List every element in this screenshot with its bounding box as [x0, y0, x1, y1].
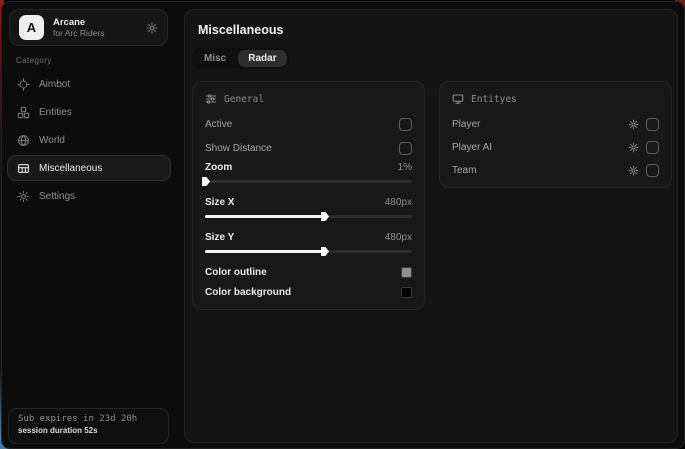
page-title: Miscellaneous — [198, 23, 283, 37]
player-label: Player — [452, 119, 628, 130]
active-row: Active — [205, 116, 412, 132]
session-duration: session duration 52s — [18, 426, 159, 435]
app-header-card: A Arcane for Arc Riders — [9, 9, 168, 46]
show-distance-label: Show Distance — [205, 143, 272, 154]
tab-misc[interactable]: Misc — [194, 50, 236, 67]
player-ai-label: Player AI — [452, 142, 628, 153]
team-checkbox[interactable] — [646, 164, 659, 177]
general-card: General Active Show Distance Zoom 1% — [192, 81, 425, 310]
general-card-header: General — [205, 93, 412, 105]
color-background-swatch[interactable] — [401, 287, 412, 298]
entities-card-title: Entityes — [471, 94, 517, 105]
sidebar-item-label: Miscellaneous — [39, 163, 102, 174]
zoom-row: Zoom 1% — [205, 159, 412, 175]
tab-bar: Misc Radar — [192, 48, 289, 69]
entities-card-header: Entityes — [452, 93, 659, 105]
size-y-row: Size Y 480px — [205, 229, 412, 245]
app-window: A Arcane for Arc Riders Category — [1, 1, 685, 449]
gear-icon — [17, 190, 30, 203]
color-outline-label: Color outline — [205, 267, 267, 278]
tab-radar[interactable]: Radar — [238, 50, 286, 67]
size-y-label: Size Y — [205, 232, 234, 243]
slider-track — [205, 180, 412, 183]
show-distance-checkbox[interactable] — [399, 142, 412, 155]
crosshair-icon — [17, 78, 30, 91]
size-y-slider[interactable] — [205, 247, 412, 256]
size-x-label: Size X — [205, 197, 234, 208]
active-checkbox[interactable] — [399, 118, 412, 131]
team-label: Team — [452, 165, 628, 176]
slider-fill — [205, 250, 325, 253]
team-row: Team — [452, 162, 659, 178]
boxes-icon — [17, 106, 30, 119]
color-outline-row: Color outline — [205, 264, 412, 280]
slider-thumb[interactable] — [321, 212, 329, 221]
gear-icon[interactable] — [628, 142, 639, 153]
size-x-row: Size X 480px — [205, 194, 412, 210]
sliders-icon — [205, 93, 217, 105]
color-background-label: Color background — [205, 287, 291, 298]
zoom-value: 1% — [398, 162, 412, 173]
gear-icon[interactable] — [146, 22, 158, 34]
subscription-expiry: Sub expires in 23d 20h — [18, 414, 159, 424]
sidebar-item-label: Entities — [39, 107, 72, 118]
sidebar-item-settings[interactable]: Settings — [7, 183, 171, 209]
general-card-title: General — [224, 94, 264, 105]
slider-thumb[interactable] — [202, 177, 210, 186]
slider-thumb[interactable] — [321, 247, 329, 256]
entities-card: Entityes Player Player AI — [439, 81, 672, 188]
cards-row: General Active Show Distance Zoom 1% — [192, 81, 672, 310]
zoom-label: Zoom — [205, 162, 232, 173]
size-x-slider[interactable] — [205, 212, 412, 221]
player-ai-checkbox[interactable] — [646, 141, 659, 154]
slider-fill — [205, 215, 325, 218]
color-outline-swatch[interactable] — [401, 267, 412, 278]
active-label: Active — [205, 119, 232, 130]
monitor-icon — [452, 93, 464, 105]
app-name: Arcane — [53, 17, 137, 28]
color-background-row: Color background — [205, 284, 412, 300]
subscription-card: Sub expires in 23d 20h session duration … — [8, 408, 169, 444]
app-subtitle: for Arc Riders — [53, 28, 137, 38]
sidebar-item-miscellaneous[interactable]: Miscellaneous — [7, 155, 171, 181]
sidebar-item-entities[interactable]: Entities — [7, 99, 171, 125]
category-label: Category — [16, 56, 52, 65]
globe-icon — [17, 134, 30, 147]
zoom-slider[interactable] — [205, 177, 412, 186]
grid-icon — [17, 162, 30, 175]
sidebar-item-label: World — [39, 135, 65, 146]
app-header-texts: Arcane for Arc Riders — [53, 17, 137, 39]
sidebar-nav: Aimbot Entities — [7, 71, 171, 211]
player-ai-row: Player AI — [452, 139, 659, 155]
player-checkbox[interactable] — [646, 118, 659, 131]
sidebar-item-label: Aimbot — [39, 79, 70, 90]
sidebar-item-world[interactable]: World — [7, 127, 171, 153]
main-panel: Miscellaneous Misc Radar Gene — [184, 9, 678, 443]
sidebar: A Arcane for Arc Riders Category — [2, 2, 178, 448]
size-y-value: 480px — [385, 232, 412, 243]
player-row: Player — [452, 116, 659, 132]
show-distance-row: Show Distance — [205, 140, 412, 156]
app-logo: A — [19, 15, 44, 40]
gear-icon[interactable] — [628, 165, 639, 176]
size-x-value: 480px — [385, 197, 412, 208]
sidebar-item-aimbot[interactable]: Aimbot — [7, 71, 171, 97]
sidebar-item-label: Settings — [39, 191, 75, 202]
gear-icon[interactable] — [628, 119, 639, 130]
